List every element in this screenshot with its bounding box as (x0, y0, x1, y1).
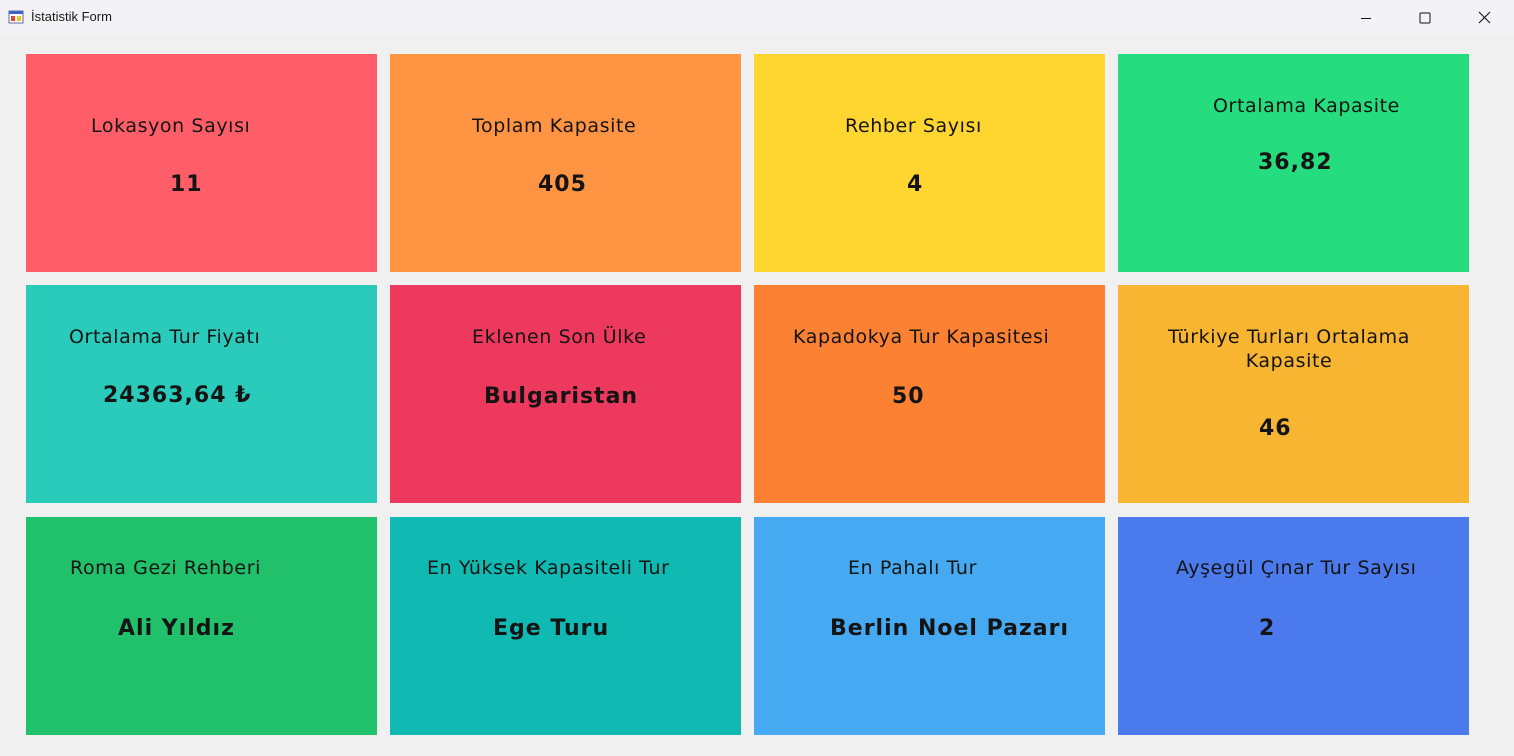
tile-label: Ortalama Tur Fiyatı (69, 326, 261, 348)
tile-last-added-country: Eklenen Son Ülke Bulgaristan (390, 285, 741, 503)
tile-average-capacity: Ortalama Kapasite 36,82 (1118, 54, 1469, 272)
tile-label: Eklenen Son Ülke (472, 326, 647, 348)
tile-label: Türkiye Turları Ortalama Kapasite (1167, 326, 1411, 372)
tile-highest-capacity-tour: En Yüksek Kapasiteli Tur Ege Turu (390, 517, 741, 735)
tile-value: Bulgaristan (484, 384, 639, 409)
minimize-icon (1361, 17, 1371, 19)
tile-rome-guide: Roma Gezi Rehberi Ali Yıldız (26, 517, 377, 735)
tile-value: 46 (1259, 416, 1292, 441)
title-bar[interactable]: İstatistik Form (0, 0, 1514, 35)
minimize-button[interactable] (1337, 0, 1395, 35)
tile-label: Toplam Kapasite (472, 115, 637, 137)
window-title: İstatistik Form (31, 9, 112, 24)
tile-total-capacity: Toplam Kapasite 405 (390, 54, 741, 272)
maximize-button[interactable] (1396, 0, 1454, 35)
tile-value: 4 (907, 172, 924, 197)
tile-label: En Yüksek Kapasiteli Tur (427, 557, 670, 579)
tile-label: En Pahalı Tur (848, 557, 977, 579)
tile-value: Ege Turu (493, 616, 610, 641)
tile-value: 11 (170, 172, 203, 197)
tile-turkey-tours-average-capacity: Türkiye Turları Ortalama Kapasite 46 (1118, 285, 1469, 503)
tile-label: Roma Gezi Rehberi (70, 557, 261, 579)
tile-location-count: Lokasyon Sayısı 11 (26, 54, 377, 272)
tile-most-expensive-tour: En Pahalı Tur Berlin Noel Pazarı (754, 517, 1105, 735)
app-icon (8, 10, 24, 24)
close-button[interactable] (1455, 0, 1513, 35)
tile-guide-count: Rehber Sayısı 4 (754, 54, 1105, 272)
tile-value: 36,82 (1258, 150, 1333, 175)
tile-value: 50 (892, 384, 925, 409)
tile-value: 405 (538, 172, 587, 197)
tile-value: Ali Yıldız (118, 616, 235, 641)
tile-value: Berlin Noel Pazarı (830, 616, 1070, 641)
tile-value: 2 (1259, 616, 1276, 641)
tile-label: Kapadokya Tur Kapasitesi (793, 326, 1050, 348)
tile-aysegul-cinar-tour-count: Ayşegül Çınar Tur Sayısı 2 (1118, 517, 1469, 735)
tile-value: 24363,64 ₺ (103, 383, 252, 408)
tile-label: Ayşegül Çınar Tur Sayısı (1176, 557, 1417, 579)
tile-label: Lokasyon Sayısı (91, 115, 251, 137)
tile-label: Ortalama Kapasite (1213, 95, 1400, 117)
tile-cappadocia-capacity: Kapadokya Tur Kapasitesi 50 (754, 285, 1105, 503)
maximize-icon (1419, 12, 1431, 23)
tile-average-tour-price: Ortalama Tur Fiyatı 24363,64 ₺ (26, 285, 377, 503)
statistics-window: İstatistik Form Lokasyon Sayısı 11 Topla… (0, 0, 1514, 756)
close-icon (1478, 11, 1490, 24)
tile-label: Rehber Sayısı (845, 115, 982, 137)
